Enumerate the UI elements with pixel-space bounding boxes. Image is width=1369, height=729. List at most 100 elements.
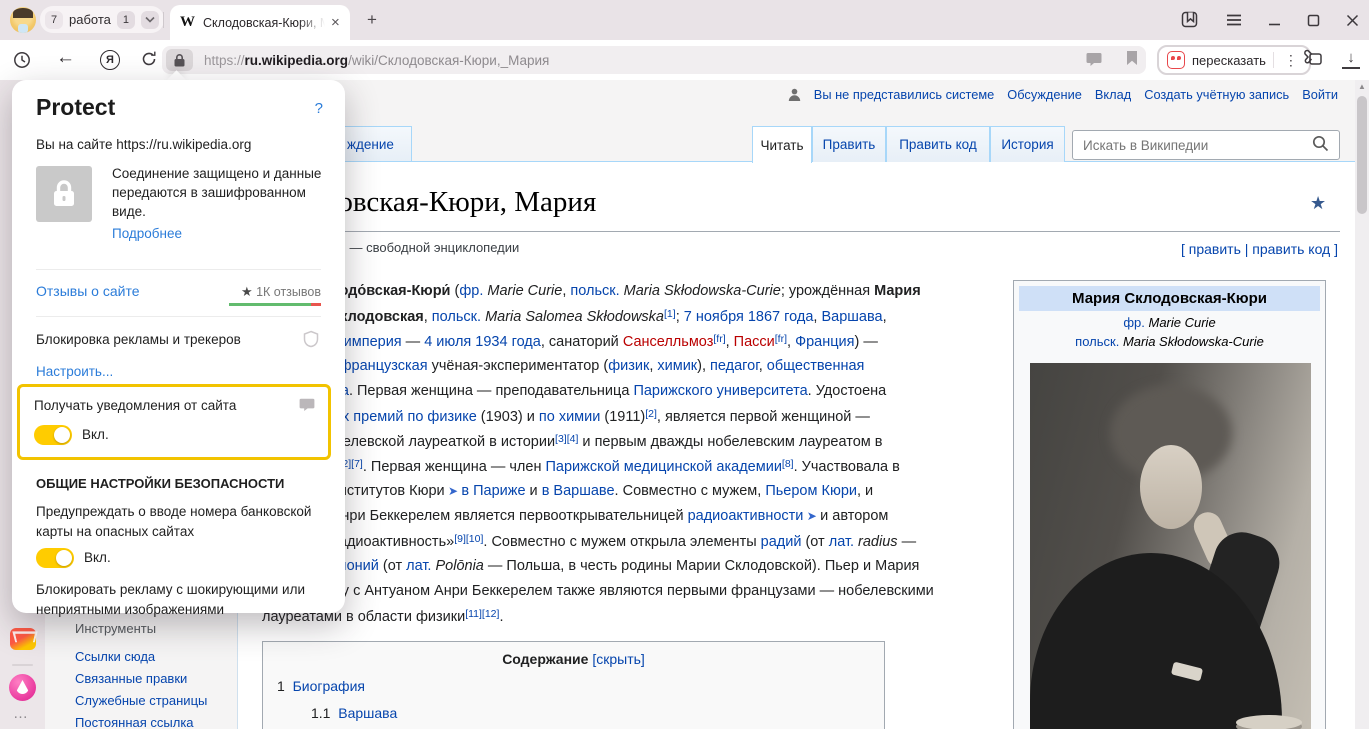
back-icon[interactable]: ←: [56, 47, 75, 69]
sidebar-link-related[interactable]: Связанные правки: [75, 671, 187, 686]
secure-connection-text: Соединение защищено и данные передаются …: [112, 164, 324, 221]
tab-edit-source[interactable]: Править код: [886, 126, 990, 162]
shock-ads-label: Блокировать рекламу с шокирующими или не…: [36, 580, 332, 620]
notifications-highlight-box: Получать уведомления от сайта Вкл.: [17, 384, 331, 460]
sidebar-link-special[interactable]: Служебные страницы: [75, 693, 207, 708]
tab-read[interactable]: Читать: [752, 126, 812, 163]
refresh-icon[interactable]: [140, 50, 158, 68]
security-section-header: ОБЩИЕ НАСТРОЙКИ БЕЗОПАСНОСТИ: [36, 476, 284, 491]
wikipedia-favicon: W: [180, 14, 195, 31]
article-line: Кюри наряду с Антуаном Анри Беккерелем т…: [262, 583, 934, 599]
sidebar-link-permanent[interactable]: Постоянная ссылка: [75, 715, 194, 729]
card-warning-label: Предупреждать о вводе номера банковской …: [36, 502, 322, 542]
infobox: Мария Склодовская-Кюри фр. Marie Curie п…: [1013, 280, 1326, 729]
star-icon: ★: [241, 284, 253, 299]
notifications-toggle[interactable]: [34, 425, 72, 445]
protect-help-link[interactable]: ?: [315, 100, 323, 117]
search-input[interactable]: [1081, 133, 1301, 157]
tab-group[interactable]: 7 работа 1: [40, 6, 164, 33]
article-line: Нобелевских премий по физике (1903) и по…: [262, 408, 870, 425]
window-controls: [1181, 0, 1359, 40]
personal-link-create[interactable]: Создать учётную запись: [1144, 87, 1289, 102]
bookmark-icon[interactable]: [1126, 50, 1138, 66]
personal-link-contribs[interactable]: Вклад: [1095, 87, 1131, 102]
scrollbar-thumb[interactable]: [1357, 96, 1367, 214]
url-protocol: https://: [204, 53, 245, 68]
personal-link-login[interactable]: Войти: [1302, 87, 1338, 102]
tab-group-count: 7: [45, 11, 63, 29]
toc-item-warsaw[interactable]: 1.1 Варшава: [311, 705, 884, 721]
article-line: термина «радиоактивность»[9][10]. Совмес…: [262, 533, 916, 550]
personal-link-anon[interactable]: Вы не представились системе: [814, 87, 995, 102]
divider: [36, 316, 321, 317]
infobox-pl-name: польск. Maria Skłodowska-Curie: [1017, 334, 1322, 349]
tab-title: Склодовская-Кюри, Ма: [203, 16, 325, 30]
toc-item-biography[interactable]: 1 Биография: [277, 678, 884, 694]
configure-link[interactable]: Настроить...: [36, 364, 113, 379]
wiki-search-box[interactable]: [1072, 130, 1340, 160]
minimize-icon[interactable]: [1268, 14, 1281, 26]
shield-icon: [303, 330, 319, 348]
tab-discussion-partial[interactable]: ждение: [340, 126, 412, 162]
chevron-down-icon[interactable]: [141, 11, 159, 29]
url-path: /wiki/Склодовская-Кюри,_Мария: [348, 53, 549, 68]
edit-links[interactable]: [ править | править код ]: [1181, 241, 1338, 257]
bookmarks-panel-icon[interactable]: [1181, 11, 1200, 30]
search-icon[interactable]: [1312, 135, 1329, 152]
protect-popup: Protect ? Вы на сайте https://ru.wikiped…: [12, 80, 345, 613]
protect-title: Protect: [36, 94, 115, 121]
scrollbar-up-arrow[interactable]: ▲: [1357, 82, 1367, 91]
article-line: Российская империя — 4 июля 1934 года, с…: [262, 333, 878, 350]
toc-title[interactable]: Содержание [скрыть]: [263, 651, 884, 667]
card-warning-toggle[interactable]: [36, 548, 74, 568]
infobox-title: Мария Склодовская-Кюри: [1019, 286, 1320, 311]
sidebar-tools-header: Инструменты: [75, 621, 156, 636]
extensions-icon[interactable]: [1302, 49, 1324, 69]
history-clock-icon[interactable]: [13, 51, 31, 69]
reviews-count: ★ 1К отзывов: [241, 284, 321, 300]
url-host: ru.wikipedia.org: [245, 53, 349, 68]
site-lock-button[interactable]: [166, 49, 193, 71]
download-icon[interactable]: ↓: [1342, 49, 1360, 69]
article-line: дважды нобелевской лауреаткой в истории[…: [262, 433, 882, 450]
tab-group-label: работа: [69, 12, 111, 27]
user-icon: [788, 88, 801, 101]
details-link[interactable]: Подробнее: [112, 226, 182, 241]
active-tab[interactable]: W Склодовская-Кюри, Ма ×: [170, 5, 350, 40]
profile-avatar[interactable]: [10, 7, 36, 33]
sidebar-link-whatlinkshere[interactable]: Ссылки сюда: [75, 649, 155, 664]
rephrase-button[interactable]: пересказать ⋮: [1157, 45, 1311, 75]
maximize-icon[interactable]: [1307, 14, 1320, 27]
strip-divider: [12, 664, 33, 666]
table-of-contents: Содержание [скрыть] 1 Биография 1.1 Варш…: [262, 641, 885, 729]
tab-separator: [163, 12, 164, 28]
tab-close-icon[interactable]: ×: [331, 14, 340, 31]
close-icon[interactable]: [1346, 14, 1359, 27]
alice-assistant-icon[interactable]: [9, 674, 36, 701]
tab-group-badge: 1: [117, 11, 135, 29]
site-reviews-link[interactable]: Отзывы о сайте: [36, 283, 140, 299]
url-text[interactable]: https://ru.wikipedia.org/wiki/Склодовска…: [204, 53, 549, 68]
tab-edit[interactable]: Править: [812, 126, 886, 162]
protect-site-line: Вы на сайте https://ru.wikipedia.org: [36, 137, 251, 152]
article-line: польская и французская учёная-эксперимен…: [262, 358, 864, 374]
rephrase-more-icon[interactable]: ⋮: [1281, 52, 1301, 69]
portrait-photo[interactable]: [1030, 363, 1311, 729]
article-line: Антуаном Анри Беккерелем является первоо…: [262, 508, 888, 524]
menu-icon[interactable]: [1226, 14, 1242, 26]
watch-star-icon[interactable]: ★: [1310, 193, 1326, 214]
personal-link-talk[interactable]: Обсуждение: [1007, 87, 1082, 102]
article-line: Мари́я Склодо́вская-Кюри́ (фр. Marie Cur…: [262, 283, 921, 299]
tab-history[interactable]: История: [990, 126, 1065, 162]
yandex-mail-icon[interactable]: [10, 628, 36, 650]
speech-bubble-icon: [299, 398, 315, 412]
comment-icon[interactable]: [1086, 52, 1102, 67]
new-tab-button[interactable]: +: [360, 8, 384, 32]
personal-bar: Вы не представились системе Обсуждение В…: [788, 87, 1338, 102]
divider: [36, 269, 321, 270]
yandex-services-icon[interactable]: Я: [100, 50, 120, 70]
reviews-gauge: [229, 303, 321, 306]
rephrase-label: пересказать: [1192, 53, 1266, 68]
more-apps-icon[interactable]: …: [13, 705, 29, 722]
article-line: Саломея Склодовская, польск. Maria Salom…: [262, 308, 887, 325]
